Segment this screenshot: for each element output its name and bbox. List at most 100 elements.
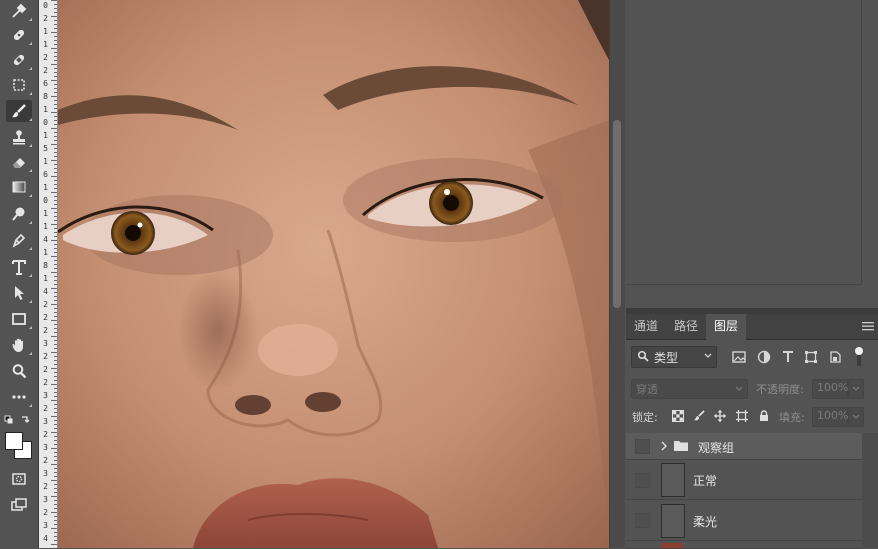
lock-all-button[interactable] bbox=[756, 408, 772, 424]
ruler-tick bbox=[54, 252, 57, 253]
opacity-dropdown[interactable] bbox=[848, 379, 864, 399]
layers-scrollbar[interactable] bbox=[862, 433, 878, 548]
ruler-label: 1 bbox=[43, 274, 48, 283]
panel-menu-icon[interactable] bbox=[862, 320, 874, 332]
layer-filter-row: 类型 bbox=[626, 340, 878, 374]
ruler-tick bbox=[54, 500, 57, 501]
healing-brush-tool[interactable] bbox=[6, 49, 32, 71]
default-colors-icon[interactable] bbox=[4, 414, 32, 426]
eraser-tool[interactable] bbox=[6, 151, 32, 173]
zoom-icon bbox=[12, 364, 27, 379]
frame-tool[interactable] bbox=[6, 74, 32, 96]
opacity-value: 100% bbox=[817, 381, 849, 394]
document-canvas[interactable] bbox=[58, 0, 609, 548]
ruler-label: 2 bbox=[43, 482, 48, 491]
ruler-tick bbox=[51, 352, 57, 353]
filter-toggle[interactable] bbox=[854, 347, 864, 367]
ruler-tick bbox=[54, 364, 57, 365]
ruler-tick bbox=[54, 148, 57, 149]
ruler-label: 3 bbox=[43, 339, 48, 348]
opacity-input[interactable]: 100% bbox=[812, 379, 848, 399]
gradient-tool[interactable] bbox=[6, 176, 32, 198]
tab-paths[interactable]: 路径 bbox=[666, 314, 706, 339]
eyedropper-tool[interactable] bbox=[6, 0, 32, 22]
toggle-knob-icon bbox=[855, 347, 863, 355]
zoom-tool[interactable] bbox=[6, 360, 32, 382]
filter-type-button[interactable] bbox=[780, 349, 796, 365]
filter-adjustment-button[interactable] bbox=[756, 349, 772, 365]
layer-row[interactable]: 柔光 bbox=[626, 500, 862, 541]
ruler-tick bbox=[51, 176, 57, 177]
ruler-tick bbox=[51, 432, 57, 433]
ruler-tick bbox=[54, 332, 57, 333]
ruler-tick bbox=[54, 28, 57, 29]
ruler-label: 2 bbox=[43, 430, 48, 439]
filter-shape-button[interactable] bbox=[803, 349, 819, 365]
dodge-tool[interactable] bbox=[6, 203, 32, 225]
artboard-icon bbox=[736, 410, 748, 422]
ruler-tick bbox=[54, 20, 57, 21]
ruler-tick bbox=[54, 220, 57, 221]
quick-mask-button[interactable] bbox=[6, 468, 32, 490]
fill-input[interactable]: 100% bbox=[812, 407, 848, 427]
hand-tool[interactable] bbox=[6, 334, 32, 356]
more-tools[interactable] bbox=[6, 386, 32, 408]
canvas-vertical-scrollbar[interactable] bbox=[609, 0, 625, 548]
ruler-tick bbox=[54, 540, 57, 541]
ruler-label: 2 bbox=[43, 326, 48, 335]
ruler-label: 1 bbox=[43, 157, 48, 166]
rectangle-tool[interactable] bbox=[6, 308, 32, 330]
toggle-track bbox=[857, 355, 861, 366]
lock-transparency-button[interactable] bbox=[670, 408, 686, 424]
foreground-color-swatch[interactable] bbox=[5, 432, 23, 450]
ruler-tick bbox=[54, 52, 57, 53]
lock-pixels-button[interactable] bbox=[691, 408, 707, 424]
adjustment-circle-icon bbox=[757, 350, 771, 364]
type-tool[interactable] bbox=[6, 256, 32, 278]
pen-tool[interactable] bbox=[6, 229, 32, 251]
visibility-toggle[interactable] bbox=[635, 513, 650, 528]
scrollbar-thumb[interactable] bbox=[613, 120, 621, 308]
layer-thumbnail bbox=[661, 463, 685, 497]
ruler-tick bbox=[54, 312, 57, 313]
ruler-tick bbox=[54, 60, 57, 61]
spot-healing-brush-tool[interactable] bbox=[6, 24, 32, 46]
path-selection-tool[interactable] bbox=[6, 282, 32, 304]
visibility-toggle[interactable] bbox=[635, 473, 650, 488]
clone-stamp-tool[interactable] bbox=[6, 126, 32, 148]
chevron-down-icon bbox=[852, 414, 860, 419]
ruler-tick bbox=[51, 64, 57, 65]
lock-position-button[interactable] bbox=[712, 408, 728, 424]
layer-thumbnail bbox=[661, 504, 685, 538]
blend-mode-select[interactable]: 穿透 bbox=[631, 379, 748, 399]
lock-artboard-button[interactable] bbox=[734, 408, 750, 424]
filter-type-label: 类型 bbox=[654, 351, 679, 365]
visibility-toggle[interactable] bbox=[635, 439, 650, 454]
ruler-tick bbox=[54, 232, 57, 233]
chevron-right-icon[interactable] bbox=[660, 441, 668, 451]
ruler-tick bbox=[51, 192, 57, 193]
ruler-tick bbox=[54, 264, 57, 265]
ruler-tick bbox=[54, 204, 57, 205]
ruler-tick bbox=[54, 388, 57, 389]
ruler-tick bbox=[51, 48, 57, 49]
layer-row[interactable]: 正常 bbox=[626, 460, 862, 500]
screen-mode-button[interactable] bbox=[6, 494, 32, 516]
ruler-tick bbox=[54, 348, 57, 349]
ruler-tick bbox=[54, 4, 57, 5]
layer-filter-select[interactable]: 类型 bbox=[631, 346, 717, 368]
fill-dropdown[interactable] bbox=[848, 407, 864, 427]
tab-layers[interactable]: 图层 bbox=[706, 314, 746, 340]
ruler-tick bbox=[51, 32, 57, 33]
path-selection-icon bbox=[15, 286, 24, 300]
layer-row-group[interactable]: 观察组 bbox=[626, 433, 862, 460]
filter-smart-object-button[interactable] bbox=[827, 349, 843, 365]
brush-tool[interactable] bbox=[6, 100, 32, 122]
tab-channels[interactable]: 通道 bbox=[626, 314, 666, 339]
ruler-tick bbox=[54, 300, 57, 301]
eyedropper-icon bbox=[12, 3, 27, 18]
ruler-tick bbox=[54, 284, 57, 285]
filter-pixel-button[interactable] bbox=[731, 349, 747, 365]
ruler-tick bbox=[51, 96, 57, 97]
blend-mode-value: 穿透 bbox=[636, 383, 658, 396]
